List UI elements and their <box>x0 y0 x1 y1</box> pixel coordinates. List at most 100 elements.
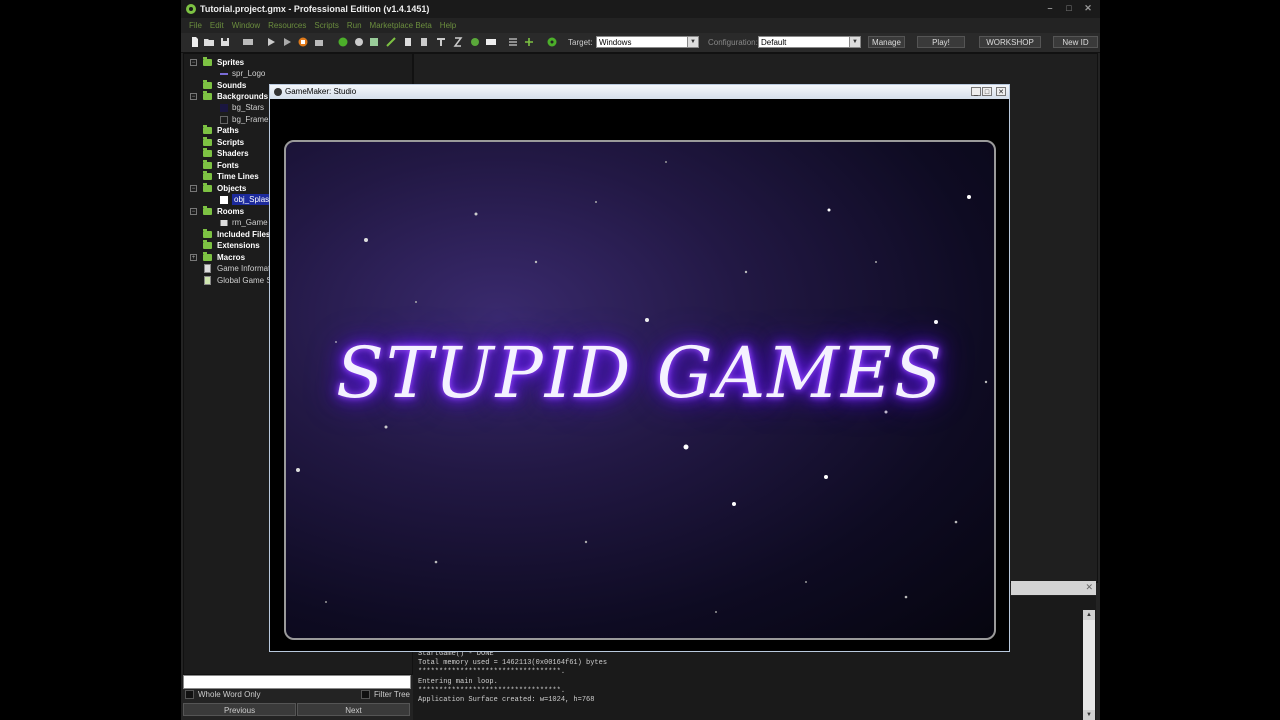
tree-label: spr_Logo <box>232 69 266 78</box>
stop-icon[interactable] <box>298 37 308 47</box>
scroll-down-icon[interactable]: ▼ <box>1083 710 1095 720</box>
menu-run[interactable]: Run <box>347 21 362 30</box>
minimize-button[interactable]: _ <box>971 87 981 96</box>
add-object-icon[interactable] <box>470 37 480 47</box>
menu-window[interactable]: Window <box>232 21 260 30</box>
background-icon <box>220 104 228 112</box>
clean-icon[interactable] <box>314 37 324 47</box>
menu-resources[interactable]: Resources <box>268 21 306 30</box>
menu-marketplace[interactable]: Marketplace Beta <box>370 21 432 30</box>
tree-label: rm_Game <box>232 218 268 227</box>
collapse-icon[interactable]: − <box>190 59 197 66</box>
collapse-icon[interactable]: − <box>190 93 197 100</box>
folder-icon <box>203 171 212 180</box>
collapse-icon[interactable]: − <box>190 185 197 192</box>
close-button[interactable]: ✕ <box>1082 3 1094 14</box>
chevron-down-icon[interactable]: ▼ <box>687 37 698 47</box>
play-button[interactable]: Play! <box>917 36 965 48</box>
folder-icon <box>203 148 212 157</box>
help-icon[interactable] <box>547 37 557 47</box>
close-icon[interactable]: ✕ <box>1085 582 1093 593</box>
maximize-button[interactable]: □ <box>982 87 992 96</box>
add-extension-icon[interactable] <box>524 37 534 47</box>
settings-document-icon <box>204 276 211 285</box>
add-path-icon[interactable] <box>386 37 396 47</box>
menu-bar: File Edit Window Resources Scripts Run M… <box>181 18 1100 33</box>
folder-icon <box>203 252 212 261</box>
document-icon <box>204 264 211 273</box>
configuration-select-value: Default <box>761 38 787 47</box>
filter-tree-option[interactable]: Filter Tree <box>361 690 411 700</box>
chevron-down-icon[interactable]: ▼ <box>849 37 860 47</box>
tree-label: Shaders <box>217 149 249 158</box>
previous-button[interactable]: Previous <box>183 703 296 716</box>
folder-icon <box>203 57 212 66</box>
tree-item-spr-logo[interactable]: spr_Logo <box>190 68 390 79</box>
tree-folder-sprites[interactable]: − Sprites <box>190 57 390 68</box>
manage-button[interactable]: Manage <box>868 36 905 48</box>
background-icon <box>220 116 228 124</box>
window-title: Tutorial.project.gmx - Professional Edit… <box>200 4 430 14</box>
tree-label: Backgrounds <box>217 92 269 101</box>
target-select-value: Windows <box>599 38 632 47</box>
output-line: **********************************. <box>418 687 566 695</box>
scroll-up-icon[interactable]: ▲ <box>1083 610 1095 620</box>
tree-label: Sounds <box>217 81 247 90</box>
game-window: GameMaker: Studio _ □ ✕ STUPID GAMES <box>269 84 1010 652</box>
configuration-label: Configuration: <box>708 38 758 47</box>
expand-icon[interactable]: + <box>190 254 197 261</box>
menu-help[interactable]: Help <box>440 21 456 30</box>
whole-word-label: Whole Word Only <box>198 690 261 699</box>
export-icon[interactable] <box>243 37 253 47</box>
filter-tree-checkbox[interactable] <box>361 690 370 700</box>
new-file-icon[interactable] <box>190 37 200 47</box>
tree-label: Included Files <box>217 230 271 239</box>
add-shader-icon[interactable] <box>419 37 429 47</box>
folder-icon <box>203 160 212 169</box>
maximize-button[interactable]: □ <box>1063 3 1075 14</box>
target-select[interactable]: Windows ▼ <box>596 36 699 48</box>
output-line: Total memory used = 1462113(0x00164f61) … <box>418 659 608 667</box>
output-scrollbar[interactable]: ▲ ▼ <box>1083 610 1095 720</box>
add-script-icon[interactable] <box>403 37 413 47</box>
output-line: Application Surface created: w=1024, h=7… <box>418 696 595 704</box>
folder-icon <box>203 125 212 134</box>
filter-tree-label: Filter Tree <box>374 690 411 699</box>
open-folder-icon[interactable] <box>204 37 214 47</box>
folder-icon <box>203 229 212 238</box>
configuration-select[interactable]: Default ▼ <box>758 36 861 48</box>
tree-label: Fonts <box>217 161 239 170</box>
next-button[interactable]: Next <box>297 703 410 716</box>
menu-scripts[interactable]: Scripts <box>314 21 338 30</box>
tree-label: Scripts <box>217 138 245 147</box>
tree-label: bg_Stars <box>232 103 265 112</box>
run-icon[interactable] <box>266 37 276 47</box>
collapse-icon[interactable]: − <box>190 208 197 215</box>
whole-word-option[interactable]: Whole Word Only <box>185 690 261 700</box>
workshop-button[interactable]: WORKSHOP <box>979 36 1041 48</box>
menu-file[interactable]: File <box>189 21 202 30</box>
folder-icon <box>203 240 212 249</box>
debug-run-icon[interactable] <box>282 37 292 47</box>
tree-label: Objects <box>217 184 247 193</box>
menu-edit[interactable]: Edit <box>210 21 224 30</box>
tree-label: Paths <box>217 126 239 135</box>
add-background-icon[interactable] <box>369 37 379 47</box>
tree-label: Time Lines <box>217 172 259 181</box>
add-sprite-icon[interactable] <box>338 37 348 47</box>
search-input[interactable] <box>183 675 411 689</box>
add-timeline-icon[interactable] <box>453 37 463 47</box>
add-font-icon[interactable] <box>436 37 446 47</box>
output-line: **********************************. <box>418 668 566 676</box>
minimize-button[interactable]: – <box>1044 3 1056 14</box>
add-room-icon[interactable] <box>486 37 496 47</box>
toolbar: Target: Windows ▼ Configuration: Default… <box>181 33 1100 53</box>
new-id-button[interactable]: New ID <box>1053 36 1098 48</box>
splash-title: STUPID GAMES <box>336 332 944 414</box>
settings-list-icon[interactable] <box>508 37 518 47</box>
close-button[interactable]: ✕ <box>996 87 1006 96</box>
output-panel-header: ✕ <box>1011 581 1096 595</box>
whole-word-checkbox[interactable] <box>185 690 194 700</box>
add-sound-icon[interactable] <box>354 37 364 47</box>
save-icon[interactable] <box>220 37 230 47</box>
